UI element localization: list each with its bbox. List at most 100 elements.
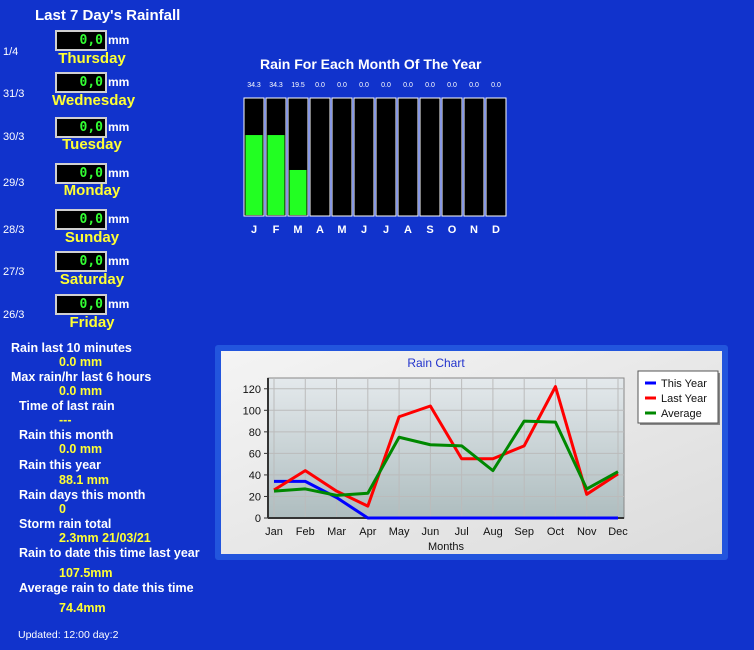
month-tick-label: A [316,224,324,236]
day-rain-unit: mm [108,75,130,89]
bar-value-label: 0.0 [469,82,479,89]
month-tick-label: D [492,224,500,236]
bar-value-label: 0.0 [315,82,325,89]
y-tick-label: 0 [255,513,261,525]
avg-to-date-value: 74.4mm [59,601,106,615]
day-date: 1/4 [3,46,19,58]
storm-rain-label: Storm rain total [19,517,112,531]
x-axis-label: Months [428,541,465,553]
legend-label: This Year [661,378,707,390]
month-tick-label: A [404,224,412,236]
rain-days-label: Rain days this month [19,488,146,502]
day-date: 30/3 [3,131,25,143]
day-name: Thursday [58,50,126,67]
y-tick-label: 120 [243,384,261,396]
bar [289,169,307,215]
month-tick-label: J [383,224,389,236]
to-date-last-year-value: 107.5mm [59,566,113,580]
y-tick-label: 60 [249,448,261,460]
y-tick-label: 20 [249,491,261,503]
year-rain-label: Rain this year [19,458,101,472]
x-tick-label: Oct [547,526,564,538]
to-date-last-year-label: Rain to date this time last year [19,546,200,560]
plot-area [267,377,625,519]
month-tick-label: F [273,224,280,236]
bar-value-label: 0.0 [381,82,391,89]
x-tick-label: Aug [483,526,503,538]
x-tick-label: Feb [296,526,315,538]
line-chart-title: Rain Chart [407,356,465,370]
bar [245,135,263,215]
x-tick-label: Dec [608,526,628,538]
day-rain-display: 0,0 [55,209,107,230]
day-rain-unit: mm [108,297,130,311]
day-rain-display: 0,0 [55,72,107,93]
y-tick-label: 80 [249,427,261,439]
bar-value-label: 0.0 [425,82,435,89]
month-tick-label: J [251,224,257,236]
day-name: Tuesday [62,136,122,153]
bar-column-bg [397,97,419,217]
month-tick-label: M [337,224,346,236]
bar-value-label: 19.5 [291,82,305,89]
bar-column-bg [375,97,397,217]
day-rain-unit: mm [108,212,130,226]
year-rain-value: 88.1 mm [59,473,110,487]
day-name: Monday [63,182,121,199]
rain-line-chart: Rain Chart 0 20 40 60 80 100 120 Jan Feb Mar Apr May… [243,356,720,553]
x-tick-label: Jul [455,526,469,538]
y-tick-label: 40 [249,470,261,482]
updated-timestamp: Updated: 12:00 day:2 [18,629,119,641]
day-date: 31/3 [3,88,25,100]
max-rate-value: 0.0 mm [59,384,103,398]
monthly-chart-title: Rain For Each Month Of The Year [260,56,482,72]
max-rate-label: Max rain/hr last 6 hours [11,370,152,384]
rain-chart-panel: Rain Chart 0 20 40 60 80 100 120 Jan Feb Mar Apr May… [215,345,728,560]
last-rain-value: --- [59,413,72,427]
day-rain-unit: mm [108,254,130,268]
y-tick-label: 100 [243,405,261,417]
page-title: Last 7 Day's Rainfall [35,7,181,24]
day-rain-display: 0,0 [55,294,107,315]
bar-column-bg [353,97,375,217]
day-date: 27/3 [3,266,25,278]
x-tick-label: Apr [359,526,376,538]
rain-10min-value: 0.0 mm [59,355,103,369]
legend-label: Last Year [661,393,707,405]
day-rain-display: 0,0 [55,163,107,184]
month-rain-value: 0.0 mm [59,442,103,456]
bar-column-bg [441,97,463,217]
month-tick-label: J [361,224,367,236]
x-tick-label: Jun [421,526,439,538]
bar-value-label: 0.0 [491,82,501,89]
day-name: Sunday [64,229,120,246]
rain-10min-label: Rain last 10 minutes [11,341,132,355]
day-rain-display: 0,0 [55,117,107,138]
bar-value-label: 34.3 [269,82,283,89]
bar-value-label: 0.0 [359,82,369,89]
legend-label: Average [661,408,702,420]
bar-value-label: 0.0 [447,82,457,89]
day-name: Wednesday [52,92,136,109]
day-name: Friday [69,314,115,331]
bar-column-bg [309,97,331,217]
day-date: 29/3 [3,177,25,189]
day-rain-unit: mm [108,33,130,47]
bar-value-label: 0.0 [403,82,413,89]
last-rain-label: Time of last rain [19,399,115,413]
month-tick-label: M [293,224,302,236]
storm-rain-value: 2.3mm 21/03/21 [59,531,151,545]
day-rain-unit: mm [108,166,130,180]
day-rain-display: 0,0 [55,251,107,272]
day-date: 28/3 [3,224,25,236]
month-tick-label: S [426,224,433,236]
x-tick-label: Mar [327,526,346,538]
x-tick-label: Sep [514,526,534,538]
month-rain-label: Rain this month [19,428,114,442]
bar [267,135,285,215]
bar-value-label: 34.3 [247,82,261,89]
avg-to-date-label: Average rain to date this time [19,581,194,595]
day-rain-unit: mm [108,120,130,134]
bar-column-bg [485,97,507,217]
day-date: 26/3 [3,309,25,321]
